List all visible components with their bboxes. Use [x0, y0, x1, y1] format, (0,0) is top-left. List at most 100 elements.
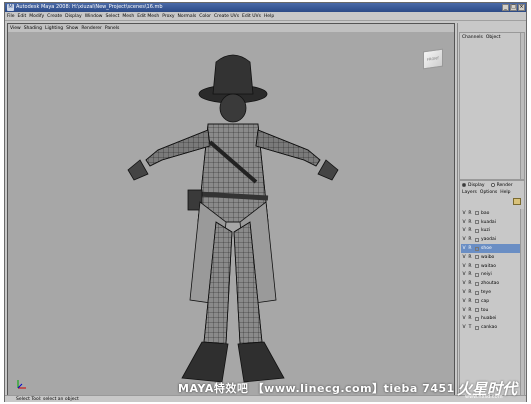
menu-modify[interactable]: Modify: [29, 14, 44, 19]
channel-layer-panel: Channels Object Display Render Layers Op…: [457, 23, 526, 400]
layer-color-swatch[interactable]: [475, 255, 479, 260]
layer-row[interactable]: V Rwaibo: [461, 253, 521, 262]
vp-menu-lighting[interactable]: Lighting: [45, 26, 63, 31]
layer-row[interactable]: V Rneiyi: [461, 271, 521, 280]
maximize-button[interactable]: □: [510, 4, 517, 11]
new-layer-icon[interactable]: [513, 198, 521, 205]
maya-window: M Autodesk Maya 2008: H:\xiuzai\New_Proj…: [4, 2, 527, 402]
layer-name: neiyi: [481, 272, 492, 278]
layer-row[interactable]: V Rhuabei: [461, 315, 521, 324]
menu-color[interactable]: Color: [199, 14, 211, 19]
display-type-toggle[interactable]: R: [467, 290, 473, 295]
layer-color-swatch[interactable]: [475, 246, 479, 251]
watermark-url: www.hxsd.com: [465, 394, 503, 400]
display-type-toggle[interactable]: R: [467, 211, 473, 216]
layer-row[interactable]: V Rkuzi: [461, 227, 521, 236]
vp-menu-view[interactable]: View: [10, 26, 21, 31]
help-line: Select Tool: select an object: [5, 395, 526, 402]
menu-file[interactable]: File: [7, 14, 15, 19]
menu-display[interactable]: Display: [65, 14, 82, 19]
layer-color-swatch[interactable]: [475, 220, 479, 225]
layer-row[interactable]: V Rwaitao: [461, 262, 521, 271]
layer-color-swatch[interactable]: [475, 290, 479, 295]
layer-color-swatch[interactable]: [475, 308, 479, 313]
layer-color-swatch[interactable]: [475, 299, 479, 304]
menu-edit-uvs[interactable]: Edit UVs: [242, 14, 261, 19]
layer-editor: Display Render Layers Options Help V Rbao…: [459, 180, 525, 398]
layer-mode-toggle: Display Render: [460, 181, 524, 189]
channel-box-scrollbar[interactable]: [520, 33, 524, 179]
layer-menu-help[interactable]: Help: [500, 190, 510, 195]
layer-row[interactable]: V Rzhoutao: [461, 279, 521, 288]
close-button[interactable]: ×: [518, 4, 525, 11]
layer-color-swatch[interactable]: [475, 316, 479, 321]
channel-box[interactable]: Channels Object: [459, 32, 525, 180]
layer-list: V Rbao V Rkuadai V Rkuzi V Ryaodai V Rshoe VR…: [461, 209, 521, 332]
vp-menu-show[interactable]: Show: [66, 26, 78, 31]
display-type-toggle[interactable]: R: [467, 272, 473, 277]
menu-help[interactable]: Help: [264, 14, 274, 19]
layer-row[interactable]: V Rcap: [461, 297, 521, 306]
title-bar: M Autodesk Maya 2008: H:\xiuzai\New_Proj…: [5, 3, 526, 12]
layer-name: teye: [481, 290, 491, 296]
display-type-toggle[interactable]: R: [467, 299, 473, 304]
watermark-text: MAYA特效吧 【www.linecg.com】tieba 7451: [178, 382, 455, 395]
viewport-menubar: View Shading Lighting Show Renderer Pane…: [8, 24, 454, 32]
layer-row[interactable]: V Rteye: [461, 288, 521, 297]
channel-box-header: Channels Object: [460, 33, 524, 41]
layer-color-swatch[interactable]: [475, 281, 479, 286]
layer-row[interactable]: V Tcankao: [461, 323, 521, 332]
menu-edit[interactable]: Edit: [18, 14, 27, 19]
layer-name: kuzi: [481, 228, 490, 234]
menu-normals[interactable]: Normals: [178, 14, 197, 19]
menu-create[interactable]: Create: [47, 14, 62, 19]
vp-menu-renderer[interactable]: Renderer: [81, 26, 102, 31]
display-type-toggle[interactable]: R: [467, 281, 473, 286]
layer-color-swatch[interactable]: [475, 264, 479, 269]
menu-create-uvs[interactable]: Create UVs: [214, 14, 239, 19]
layer-name: yaodai: [481, 237, 497, 243]
display-type-toggle[interactable]: R: [467, 228, 473, 233]
minimize-button[interactable]: _: [502, 4, 509, 11]
layer-row[interactable]: V Rkuadai: [461, 218, 521, 227]
menu-proxy[interactable]: Proxy: [162, 14, 174, 19]
layer-color-swatch[interactable]: [475, 211, 479, 216]
layer-row-selected[interactable]: V Rshoe: [461, 244, 521, 253]
menu-select[interactable]: Select: [105, 14, 119, 19]
main-menubar: File Edit Modify Create Display Window S…: [5, 12, 526, 21]
display-type-toggle[interactable]: R: [467, 246, 473, 251]
display-type-toggle[interactable]: R: [467, 264, 473, 269]
perspective-viewport[interactable]: View Shading Lighting Show Renderer Pane…: [7, 23, 455, 400]
layer-color-swatch[interactable]: [475, 325, 479, 330]
layer-color-swatch[interactable]: [475, 237, 479, 242]
layer-menu-layers[interactable]: Layers: [462, 190, 477, 195]
tab-channels[interactable]: Channels: [462, 35, 483, 40]
display-type-toggle[interactable]: R: [467, 220, 473, 225]
layer-row[interactable]: V Rbao: [461, 209, 521, 218]
layer-name: kuadai: [481, 219, 496, 225]
layer-color-swatch[interactable]: [475, 228, 479, 233]
menu-window[interactable]: Window: [85, 14, 103, 19]
menu-mesh[interactable]: Mesh: [122, 14, 134, 19]
layer-name: shoe: [481, 246, 492, 252]
window-controls: _ □ ×: [502, 4, 525, 11]
render-radio[interactable]: [490, 183, 495, 187]
vp-menu-panels[interactable]: Panels: [105, 26, 119, 31]
display-type-toggle[interactable]: R: [467, 308, 473, 313]
layer-list-scrollbar[interactable]: [520, 209, 524, 395]
menu-edit-mesh[interactable]: Edit Mesh: [137, 14, 159, 19]
display-type-toggle[interactable]: T: [467, 325, 473, 330]
display-type-toggle[interactable]: R: [467, 255, 473, 260]
display-type-toggle[interactable]: R: [467, 316, 473, 321]
viewcube[interactable]: FRONT: [423, 48, 443, 70]
vp-menu-shading[interactable]: Shading: [24, 26, 42, 31]
maya-app-icon: M: [7, 4, 14, 11]
layer-row[interactable]: V Ryaodai: [461, 235, 521, 244]
layer-menu-options[interactable]: Options: [480, 190, 497, 195]
tab-object[interactable]: Object: [486, 35, 501, 40]
layer-row[interactable]: V Rtou: [461, 306, 521, 315]
display-type-toggle[interactable]: R: [467, 237, 473, 242]
layer-color-swatch[interactable]: [475, 272, 479, 277]
layer-name: waibo: [481, 254, 495, 260]
display-radio[interactable]: [462, 183, 466, 187]
